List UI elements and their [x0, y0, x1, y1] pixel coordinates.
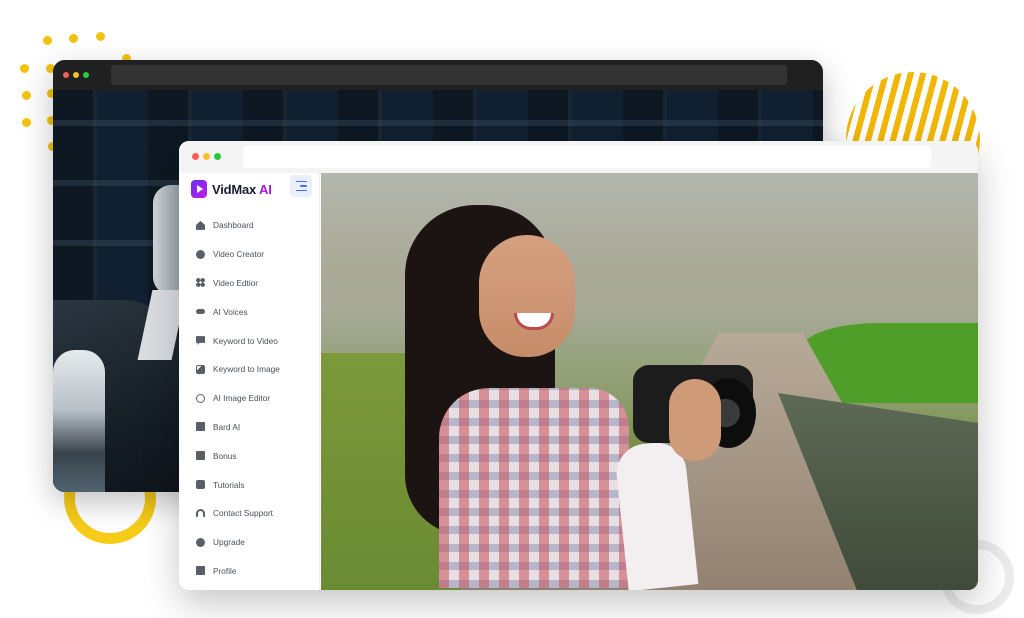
gift-icon	[196, 451, 205, 461]
decor-dot	[22, 118, 31, 127]
profile-card-icon	[196, 566, 205, 576]
sidebar: VidMax AI Dashboard Video Creator Video …	[179, 173, 320, 590]
address-bar[interactable]	[243, 146, 931, 168]
headphones-icon	[196, 508, 205, 518]
sidebar-item-label: Tutorials	[213, 479, 245, 490]
grid-icon	[196, 278, 205, 288]
home-icon	[196, 220, 205, 230]
sidebar-item-label: AI Voices	[213, 306, 248, 317]
sidebar-item-label: Dashboard	[213, 220, 254, 231]
sidebar-item-label: Contact Support	[213, 508, 273, 519]
sidebar-item-label: Keyword to Video	[213, 335, 278, 346]
globe-icon	[196, 249, 205, 259]
close-dot-icon[interactable]	[192, 153, 199, 160]
maximize-dot-icon	[83, 72, 89, 78]
minimize-dot-icon	[73, 72, 79, 78]
close-dot-icon	[63, 72, 69, 78]
voicemail-icon	[196, 309, 205, 315]
front-browser-window: VidMax AI Dashboard Video Creator Video …	[179, 141, 978, 590]
play-square-icon	[196, 480, 205, 490]
decor-dot	[22, 91, 31, 100]
minimize-dot-icon[interactable]	[203, 153, 210, 160]
hamburger-line-icon	[296, 180, 307, 183]
sidebar-item-bonus[interactable]: Bonus	[196, 441, 316, 470]
sidebar-item-label: Bonus	[213, 450, 237, 461]
sidebar-item-upgrade[interactable]: Upgrade	[196, 528, 316, 557]
sidebar-item-label: Bard AI	[213, 421, 241, 432]
maximize-dot-icon[interactable]	[214, 153, 221, 160]
brand-name: VidMax AI	[212, 181, 272, 197]
shelf-line	[53, 120, 823, 126]
sidebar-item-label: Video Creator	[213, 249, 265, 260]
woman-shirt	[439, 388, 629, 588]
brand-logo[interactable]: VidMax AI	[191, 177, 272, 201]
back-address-bar	[111, 65, 787, 85]
sidebar-item-profile[interactable]: Profile	[196, 557, 316, 586]
decor-dot	[43, 36, 52, 45]
decor-dot	[69, 34, 78, 43]
sidebar-item-ai-voices[interactable]: AI Voices	[196, 297, 316, 326]
robot-arm	[53, 350, 105, 492]
sidebar-nav: Dashboard Video Creator Video Edtior AI …	[196, 211, 316, 585]
menu-toggle-button[interactable]	[290, 175, 312, 197]
sidebar-item-keyword-to-video[interactable]: Keyword to Video	[196, 326, 316, 355]
back-window-titlebar	[53, 60, 823, 90]
image-icon	[196, 364, 205, 374]
bard-icon	[196, 422, 205, 432]
woman-face	[479, 235, 575, 357]
hamburger-line-icon	[296, 189, 307, 192]
sidebar-item-label: AI Image Editor	[213, 393, 271, 404]
hamburger-line-icon	[300, 185, 307, 187]
sidebar-item-bard-ai[interactable]: Bard AI	[196, 413, 316, 442]
sidebar-item-contact-support[interactable]: Contact Support	[196, 499, 316, 528]
sidebar-item-video-creator[interactable]: Video Creator	[196, 240, 316, 269]
sidebar-item-dashboard[interactable]: Dashboard	[196, 211, 316, 240]
play-logo-icon	[191, 180, 207, 198]
decor-dot	[20, 64, 29, 73]
front-window-titlebar	[179, 141, 978, 174]
upgrade-icon	[196, 537, 205, 547]
broadcast-icon	[196, 393, 205, 403]
sidebar-item-ai-image-editor[interactable]: AI Image Editor	[196, 384, 316, 413]
sidebar-item-label: Upgrade	[213, 537, 245, 548]
sidebar-item-label: Video Edtior	[213, 277, 259, 288]
woman-hand	[669, 379, 721, 461]
sidebar-item-keyword-to-image[interactable]: Keyword to Image	[196, 355, 316, 384]
sidebar-item-label: Profile	[213, 565, 237, 576]
sidebar-item-label: Keyword to Image	[213, 364, 280, 375]
hero-photo	[321, 173, 978, 590]
chat-icon	[196, 336, 205, 346]
sidebar-item-video-editor[interactable]: Video Edtior	[196, 269, 316, 298]
decor-dot	[96, 32, 105, 41]
brand-suffix: AI	[259, 181, 272, 197]
sidebar-item-tutorials[interactable]: Tutorials	[196, 470, 316, 499]
